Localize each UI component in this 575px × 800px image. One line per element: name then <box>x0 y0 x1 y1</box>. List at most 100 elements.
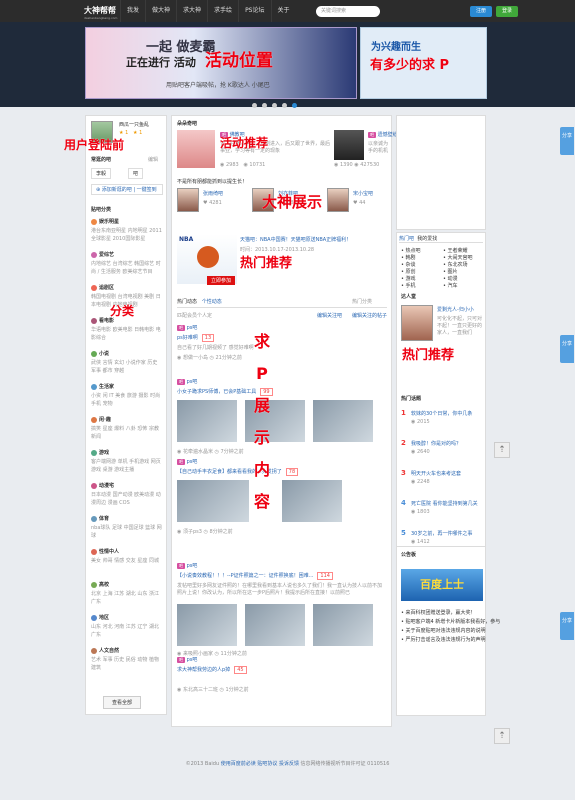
post-title-text[interactable]: 【小说奏效教程！！！--P证件照篇之一：证件照换底！困难... <box>177 573 313 579</box>
carousel-dot[interactable] <box>252 103 257 108</box>
category-items[interactable]: 艺术 军事 历史 民俗 动物 植物 建筑 <box>91 656 163 674</box>
back-to-top-icon[interactable]: ⇡ <box>494 442 510 458</box>
post-title-text[interactable]: 【自己动手丰衣足食】都来看看我的...头发拐了 <box>177 469 282 475</box>
category-name[interactable]: 看电影 <box>99 318 114 324</box>
god-name[interactable]: 张雨绮吧 <box>203 190 223 197</box>
carousel-dot[interactable] <box>282 103 287 108</box>
post-bar-tag[interactable]: 吧 <box>177 325 185 331</box>
add-bar-button[interactable]: ⊕ 添加新逛的吧 | 一键签到 <box>91 184 163 195</box>
share-button[interactable]: 分享 <box>560 612 574 640</box>
post-title-text[interactable]: 求大神帮我劳边的人p掉 <box>177 667 230 673</box>
category-heading[interactable]: 游戏 <box>91 449 109 456</box>
post-title[interactable]: ps好难啊 13 <box>177 334 215 342</box>
feed-edit-link[interactable]: 编辑关注吧 <box>317 312 342 319</box>
category-name[interactable]: 体育 <box>99 516 109 522</box>
category-heading[interactable]: 高校 <box>91 581 109 588</box>
tab-my-bars[interactable]: 我的爱找 <box>417 236 437 242</box>
category-items[interactable]: 华语电影 欧美电影 日韩电影 电影综合 <box>91 326 163 344</box>
category-heading[interactable]: 娱乐明星 <box>91 218 119 225</box>
hot-bar-item[interactable]: • 大闹天宫吧 <box>443 254 473 261</box>
god-avatar[interactable] <box>327 188 349 212</box>
topic-title[interactable]: 我吸醇！你是对的吗？ <box>411 440 461 447</box>
post-image[interactable] <box>245 604 305 646</box>
post-bar-name[interactable]: ps吧 <box>187 657 198 663</box>
post-image[interactable] <box>177 400 237 442</box>
category-name[interactable]: 小说 <box>99 351 109 357</box>
god-avatar[interactable] <box>177 188 199 212</box>
post-author[interactable]: ◉ 须子ps3 <box>177 529 202 535</box>
category-heading[interactable]: 闲·趣 <box>91 416 111 423</box>
post-bar-tag[interactable]: 吧 <box>177 657 185 663</box>
promo1-title[interactable]: 佛教吧 <box>230 132 245 138</box>
promo1-image[interactable] <box>177 130 215 168</box>
topic-title[interactable]: 死亡医院 看你能坚持到第几关 <box>411 500 478 507</box>
username[interactable]: 西瓜一只鱼乱 <box>119 121 149 128</box>
category-items[interactable]: 美女 帅哥 情感 交友 星座 同城 <box>91 557 163 575</box>
nav-item-ps-forum[interactable]: PS论坛 <box>238 0 270 22</box>
topic-title[interactable]: 软妹的30个日常，你中几条 <box>411 410 472 417</box>
activity-banner[interactable]: 一起 做麦霸 正在进行 活动 用贴吧客户端吸帖，抢 K歌达人 小尾巴 <box>85 27 357 99</box>
post-bar-name[interactable]: ps吧 <box>187 325 198 331</box>
topic-title[interactable]: 明天开火车也来考这套 <box>411 470 461 477</box>
category-items[interactable]: 港台东南亚明星 内地明星 2011全球影星 2010国际影星 <box>91 227 163 245</box>
nav-item-be-god[interactable]: 做大神 <box>145 0 176 22</box>
category-heading[interactable]: 追剧区 <box>91 284 114 291</box>
post-author[interactable]: ◉ 东北高三十二班 <box>177 687 218 693</box>
post-image[interactable] <box>282 480 342 522</box>
register-button[interactable]: 注册 <box>470 6 492 17</box>
hot-bar-item[interactable]: • 杂谈 <box>401 261 416 268</box>
site-logo[interactable]: 大神帮帮 dashenbangbang.com <box>84 5 117 20</box>
category-name[interactable]: 闲·趣 <box>99 417 111 423</box>
used-bar-item[interactable]: 吧 <box>128 168 144 179</box>
post-image[interactable] <box>177 480 249 522</box>
carousel-dot[interactable] <box>262 103 267 108</box>
nba-join-button[interactable]: 立即参加 <box>207 276 236 285</box>
post-author[interactable]: ◉ 想做一小岛 <box>177 355 208 361</box>
category-items[interactable]: 北京 上海 江苏 湖北 山东 浙江 广东 <box>91 590 163 608</box>
notice-item[interactable]: • 严厉打击谣言及违法违规行为的声明 <box>401 636 486 643</box>
category-heading[interactable]: 性情中人 <box>91 548 119 555</box>
post-image[interactable] <box>313 400 373 442</box>
share-button[interactable]: 分享 <box>560 335 574 363</box>
category-name[interactable]: 追剧区 <box>99 285 114 291</box>
category-name[interactable]: 性情中人 <box>99 549 119 555</box>
notice-item[interactable]: • 贴吧客户端4 新增卡片新版本我看好，参与 <box>401 618 500 625</box>
post-title[interactable]: 【自己动手丰衣足食】都来看看我的...头发拐了 78 <box>177 468 299 476</box>
god-name[interactable]: 刘亦菲吧 <box>278 190 298 197</box>
tab-hot[interactable]: 热门动态 <box>177 299 197 305</box>
post-title[interactable]: 求大神帮我劳边的人p掉 45 <box>177 666 247 674</box>
tab-hot-bars[interactable]: 热门吧 <box>399 236 414 242</box>
post-title-text[interactable]: 小女子跪求PS师傅，已会P基础工具 <box>177 389 256 395</box>
post-title[interactable]: 小女子跪求PS师傅，已会P基础工具 99 <box>177 388 273 396</box>
hot-bar-item[interactable]: • 游戏 <box>401 275 416 282</box>
category-name[interactable]: 地区 <box>99 615 109 621</box>
hot-bar-item[interactable]: • 热点吧 <box>401 247 421 254</box>
feed-category[interactable]: 热门分类 <box>352 298 372 305</box>
nav-item-handdraw[interactable]: 求手绘 <box>207 0 238 22</box>
user-avatar[interactable] <box>91 121 113 143</box>
category-items[interactable]: 内地综艺 台湾综艺 韩国综艺 时尚 / 生活服务 欧美综艺节目 <box>91 260 163 278</box>
hot-bar-item[interactable]: • 王者荣耀 <box>443 247 468 254</box>
hot-bar-item[interactable]: • 东北农场 <box>443 261 468 268</box>
category-items[interactable]: nba球队 足球 中国足球 篮球 网球 <box>91 524 163 542</box>
hot-bar-item[interactable]: • 图片 <box>443 268 458 275</box>
category-heading[interactable]: 动漫宅 <box>91 482 114 489</box>
back-to-top-icon[interactable]: ⇡ <box>494 728 510 744</box>
category-items[interactable]: 武侠 言情 玄幻 小说作家 历史 军事 都市 穿越 <box>91 359 163 377</box>
footer-link[interactable]: 贴吧协议 <box>257 761 277 767</box>
post-bar-name[interactable]: ps吧 <box>187 379 198 385</box>
category-items[interactable]: 小资 闲 IT 美食 旅游 摄影 时尚 手机 宠物 <box>91 392 163 410</box>
post-bar-tag[interactable]: 吧 <box>177 459 185 465</box>
promo2-image[interactable] <box>334 130 364 160</box>
category-heading[interactable]: 生活家 <box>91 383 114 390</box>
footer-link[interactable]: 使用百度前必读 <box>221 761 256 767</box>
expert-name[interactable]: 爱剩光人-归小小 <box>437 306 474 313</box>
post-title-text[interactable]: ps好难啊 <box>177 335 198 341</box>
nba-title[interactable]: 天猫吧：NBA中国赛！天猫吧原送NBA正牌福利！ <box>240 236 351 243</box>
tab-personal[interactable]: 个性动态 <box>202 299 222 305</box>
category-heading[interactable]: 体育 <box>91 515 109 522</box>
post-image[interactable] <box>177 604 237 646</box>
side-banner[interactable]: 为兴趣而生 <box>360 27 487 99</box>
category-name[interactable]: 动漫宅 <box>99 483 114 489</box>
category-items[interactable]: 搞笑 星座 爆料 八卦 恐怖 宗教 新闻 <box>91 425 163 443</box>
